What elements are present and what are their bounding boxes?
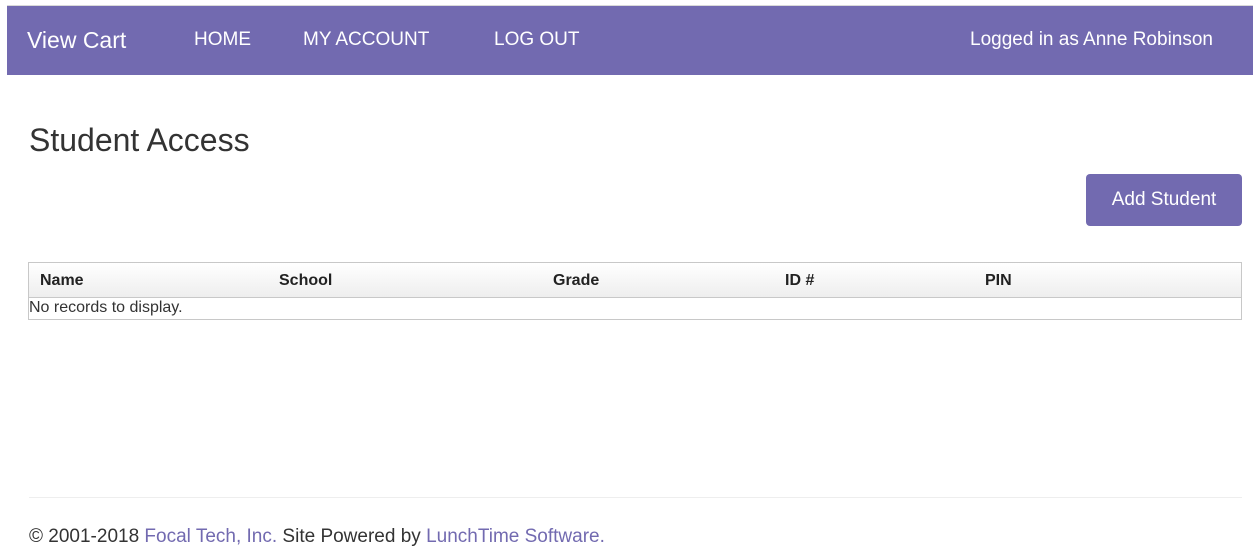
powered-by-text: Site Powered by [282,526,421,547]
logged-in-user-text: Logged in as Anne Robinson [970,29,1213,50]
copyright-text: © 2001-2018 [29,526,140,547]
empty-table-message: No records to display. [29,299,183,316]
column-header-school[interactable]: School [279,263,332,298]
footer-divider [29,497,1242,498]
column-header-pin[interactable]: PIN [985,263,1012,298]
footer: © 2001-2018 Focal Tech, Inc. Site Powere… [29,525,605,549]
column-header-name[interactable]: Name [40,263,84,298]
nav-log-out-link[interactable]: LOG OUT [494,6,580,76]
nav-home-link[interactable]: HOME [194,6,251,76]
students-table: Name School Grade ID # PIN No records to… [28,262,1242,320]
lunchtime-software-link[interactable]: LunchTime Software. [426,526,605,547]
page-title: Student Access [29,122,250,158]
table-header-row: Name School Grade ID # PIN [29,263,1241,298]
nav-my-account-link[interactable]: MY ACCOUNT [303,6,429,76]
view-cart-link[interactable]: View Cart [27,6,126,76]
top-navbar: View Cart HOME MY ACCOUNT LOG OUT Logged… [7,5,1253,75]
column-header-grade[interactable]: Grade [553,263,599,298]
focal-tech-link[interactable]: Focal Tech, Inc. [144,526,277,547]
column-header-id[interactable]: ID # [785,263,814,298]
add-student-button[interactable]: Add Student [1086,174,1242,226]
